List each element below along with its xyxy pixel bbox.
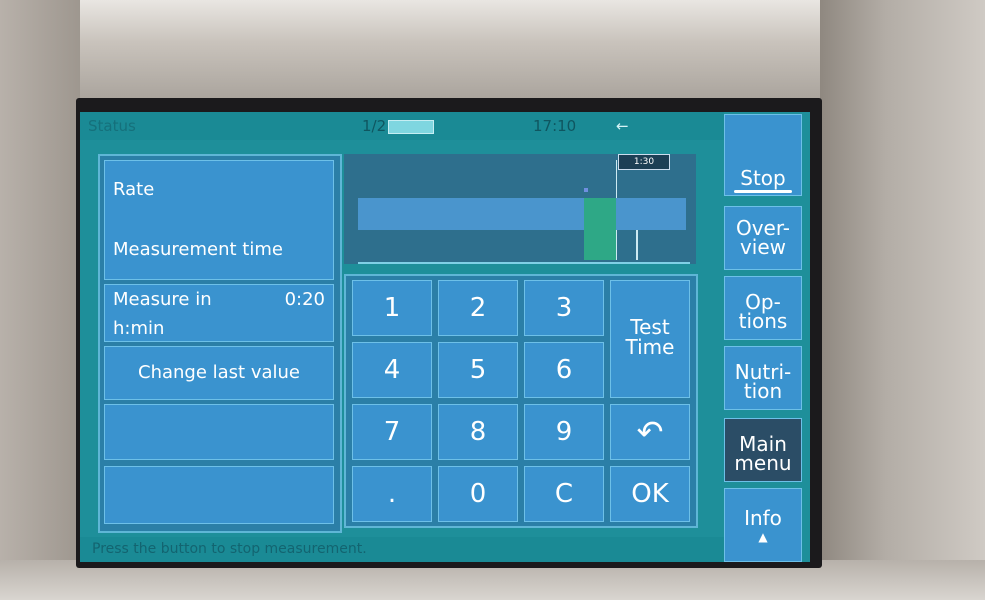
measurement-graph: 1:30 <box>344 154 696 264</box>
measurement-time-label: Measurement time <box>113 239 283 260</box>
graph-time-tag: 1:30 <box>618 154 670 170</box>
back-arrow-icon[interactable]: ← <box>616 117 629 135</box>
graph-current-segment <box>584 198 616 260</box>
ok-button[interactable]: OK <box>610 466 690 522</box>
key-2[interactable]: 2 <box>438 280 518 336</box>
key-3[interactable]: 3 <box>524 280 604 336</box>
main-menu-button[interactable]: Main menu <box>724 418 802 482</box>
message-bar: Press the button to stop measurement. <box>80 537 724 562</box>
overview-label-2: view <box>739 235 787 259</box>
overview-button[interactable]: Over- view <box>724 206 802 270</box>
nutrition-label-2: tion <box>743 379 783 403</box>
measure-in-button[interactable]: Measure in h:min 0:20 <box>104 284 334 342</box>
key-6[interactable]: 6 <box>524 342 604 398</box>
change-last-value-button[interactable]: Change last value <box>104 346 334 400</box>
measure-in-value: 0:20 <box>284 289 325 310</box>
test-time-button[interactable]: Test Time <box>610 280 690 398</box>
measure-in-unit: h:min <box>113 318 165 339</box>
key-4[interactable]: 4 <box>352 342 432 398</box>
stop-button[interactable]: Stop <box>724 114 802 196</box>
graph-axis <box>358 262 690 264</box>
key-clear[interactable]: C <box>524 466 604 522</box>
graph-marker-line <box>636 230 638 260</box>
graph-bar <box>358 198 686 230</box>
side-menu: Stop Over- view Op- tions Nutri- tion Ma… <box>724 112 810 562</box>
clock: 17:10 <box>533 117 577 135</box>
key-8[interactable]: 8 <box>438 404 518 460</box>
device-bezel-left <box>0 0 80 600</box>
key-decimal[interactable]: . <box>352 466 432 522</box>
status-title: Status <box>88 117 136 135</box>
info-icon: ▲ <box>758 530 768 544</box>
undo-icon[interactable]: ↶ <box>610 404 690 460</box>
key-7[interactable]: 7 <box>352 404 432 460</box>
settings-panel: Rate Measurement time Measure in h:min 0… <box>98 154 342 533</box>
test-time-label: Test <box>630 315 670 339</box>
info-button[interactable]: Info ▲ <box>724 488 802 562</box>
options-label-2: tions <box>738 309 788 333</box>
status-bar: Status 1/2 17:10 ← <box>80 112 724 140</box>
key-0[interactable]: 0 <box>438 466 518 522</box>
progress-indicator <box>388 120 434 134</box>
rate-button[interactable]: Rate Measurement time <box>104 160 334 280</box>
nutrition-button[interactable]: Nutri- tion <box>724 346 802 410</box>
key-5[interactable]: 5 <box>438 342 518 398</box>
empty-slot-button[interactable] <box>104 466 334 524</box>
page-indicator: 1/2 <box>362 117 387 135</box>
key-1[interactable]: 1 <box>352 280 432 336</box>
numeric-keypad: 1 2 3 Test Time 4 5 6 7 8 9 ↶ . 0 C OK <box>344 274 698 528</box>
info-label: Info <box>744 506 782 530</box>
graph-dot <box>584 188 588 192</box>
options-button[interactable]: Op- tions <box>724 276 802 340</box>
rate-label: Rate <box>113 179 155 200</box>
empty-slot-button[interactable] <box>104 404 334 460</box>
device-screen: Status 1/2 17:10 ← Rate Measurement time… <box>80 112 810 562</box>
device-bezel-right <box>820 0 985 600</box>
measure-in-label: Measure in <box>113 289 212 310</box>
test-time-label-2: Time <box>625 335 675 359</box>
key-9[interactable]: 9 <box>524 404 604 460</box>
main-menu-label-2: menu <box>734 451 792 475</box>
stop-underline <box>734 190 792 193</box>
